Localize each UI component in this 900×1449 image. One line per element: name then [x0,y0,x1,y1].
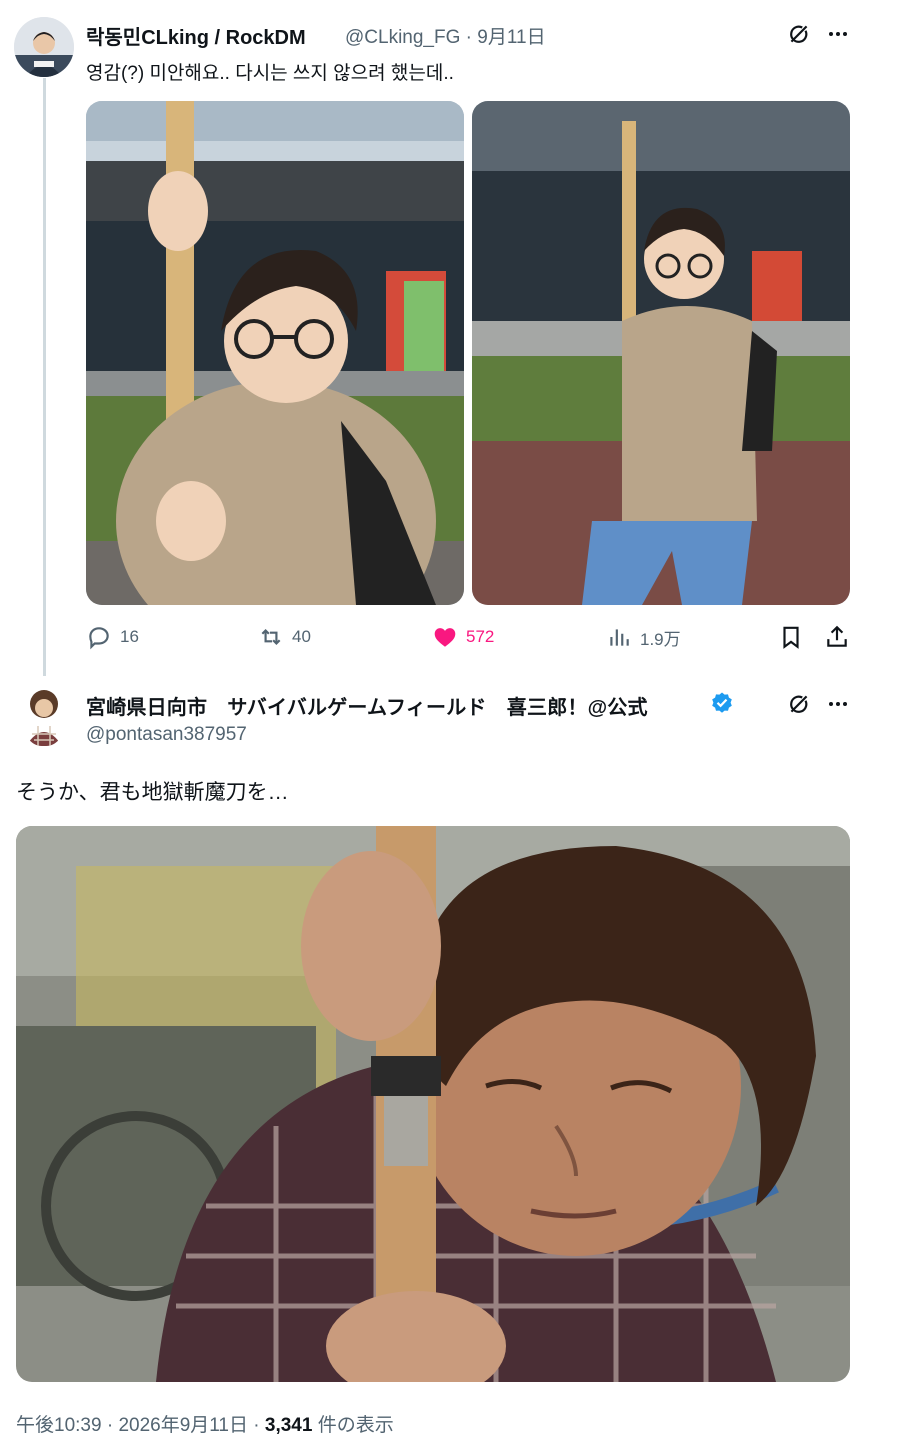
footer-view-count: 3,341 [264,1415,313,1436]
footer-view-label: 件の表示 [317,1415,394,1436]
share-icon [827,625,847,647]
more-icon[interactable] [824,20,852,48]
grok-icon[interactable] [785,20,813,48]
reply-icon [89,627,109,650]
reply-tweet-text: そうか、君も地獄斬魔刀を… [16,781,289,804]
footer-date[interactable]: 2026年9月11日 [118,1415,248,1436]
reply-tweet-photo[interactable] [16,826,850,1382]
tweet-footer-meta: 午後10:39 · 2026年9月11日 · 3,341 件の表示 [16,1415,394,1436]
author-name[interactable]: 락동민CLking / RockDM [86,21,306,50]
retweet-count: 40 [292,627,311,646]
tweet-date[interactable]: 9月11日 [477,27,545,48]
retweet-button[interactable]: 40 [258,624,311,650]
author-handle[interactable]: @CLking_FG [345,27,460,48]
more-icon[interactable] [824,690,852,718]
grok-icon[interactable] [785,690,813,718]
tweet-text: 영감(?) 미안해요.. 다시는 쓰지 않으려 했는데.. [86,63,454,84]
reply-button[interactable]: 16 [86,624,139,650]
views-icon [610,629,629,646]
reply-author-handle[interactable]: @pontasan387957 [86,724,247,746]
reply-count: 16 [120,627,139,646]
reply-author-name[interactable]: 宮崎県日向市 サバイバルゲームフィールド 喜三郎！@公式 [86,691,648,720]
author-handle-and-date[interactable]: @CLking_FG · 9月11日 [345,22,546,49]
author-avatar[interactable] [14,17,74,77]
tweet-photo-left[interactable] [86,101,464,605]
like-button[interactable]: 572 [432,624,494,650]
verified-badge-icon [712,692,732,713]
footer-time[interactable]: 午後10:39 [16,1415,102,1436]
bookmark-button[interactable] [778,624,804,650]
views-count: 1.9万 [640,629,681,649]
thread-connector-line [43,78,46,676]
views-button[interactable]: 1.9万 [606,624,681,650]
retweet-icon [261,628,281,646]
like-count: 572 [466,627,495,646]
bookmark-icon [783,626,799,649]
reply-author-avatar[interactable] [22,686,66,746]
share-button[interactable] [824,624,850,650]
tweet-action-bar: 16 40 572 1.9万 [86,624,856,654]
tweet-photo-right[interactable] [472,101,850,605]
heart-icon [434,628,456,647]
